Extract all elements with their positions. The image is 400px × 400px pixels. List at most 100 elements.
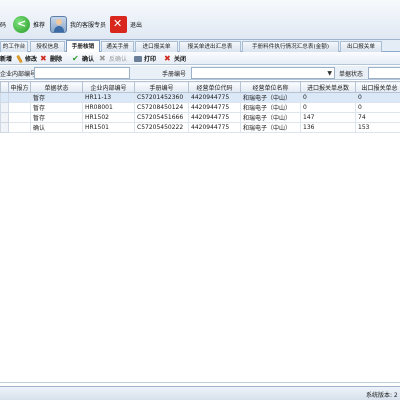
column-header[interactable]: 单据状态 xyxy=(30,81,83,93)
column-header[interactable]: 申报方 xyxy=(8,81,31,93)
table-cell: 暂存 xyxy=(30,112,83,123)
close-button[interactable]: ✖ 关闭 xyxy=(164,53,186,64)
table-cell: 147 xyxy=(300,112,356,123)
table-row[interactable]: 暂存 HR1502 C57205451666 4420944775 和瑞电子（中… xyxy=(0,112,400,123)
table-cell: C57201452360 xyxy=(134,92,189,103)
table-cell: 4420944775 xyxy=(188,112,241,123)
table-cell: C57205451666 xyxy=(134,112,189,123)
tab-material-execution-summary[interactable]: 手册料件执行情况汇总表(金额) xyxy=(242,41,339,52)
toolbar-left-label: 码 xyxy=(0,21,7,29)
column-header[interactable]: 经营单位名称 xyxy=(240,81,301,93)
column-header[interactable]: 出口报关单总 xyxy=(355,81,400,93)
table-cell: HR1502 xyxy=(82,112,135,123)
table-row[interactable]: 暂存 HR11-13 C57201452360 4420944775 和瑞电子（… xyxy=(0,92,400,103)
row-indicator[interactable] xyxy=(0,92,9,103)
table-row[interactable]: 暂存 HR08001 C57208450124 4420944775 和瑞电子（… xyxy=(0,102,400,113)
table-cell: 和瑞电子（中山） xyxy=(240,112,301,123)
add-label: 新增 xyxy=(0,56,13,63)
tab-customs-manual[interactable]: 通关手册 xyxy=(101,41,134,52)
add-button[interactable]: 新增 xyxy=(0,53,12,64)
table-cell: HR08001 xyxy=(82,102,135,113)
table-cell xyxy=(8,92,31,103)
row-indicator-header xyxy=(0,81,9,93)
column-header[interactable]: 手册编号 xyxy=(134,81,189,93)
toolbar-left-item[interactable]: 码 xyxy=(0,12,6,36)
table-row[interactable]: 确认 HR1501 C57205450222 4420944775 和瑞电子（中… xyxy=(0,122,400,133)
tab-export-declaration[interactable]: 出口报关单 xyxy=(340,41,382,52)
table-cell: C57205450222 xyxy=(134,122,189,133)
table-cell: 74 xyxy=(355,112,400,123)
printer-icon xyxy=(134,56,142,62)
delete-icon: ✖ xyxy=(40,53,47,63)
exit-button[interactable]: 退出 xyxy=(110,12,142,36)
row-indicator[interactable] xyxy=(0,122,9,133)
delete-button[interactable]: ✖ 删除 xyxy=(40,53,62,64)
status-bar: 系统版本: 2 xyxy=(0,386,400,400)
share-icon xyxy=(13,15,30,33)
table-cell: HR11-13 xyxy=(82,92,135,103)
table-cell: 暂存 xyxy=(30,102,83,113)
main-toolbar: 码 推荐 我的客服专员 退出 xyxy=(0,0,400,40)
check-icon: ✔ xyxy=(72,53,79,63)
undo-icon: ✖ xyxy=(99,53,106,63)
unconfirm-button[interactable]: ✖ 反确认 xyxy=(99,53,127,64)
status-filter-label: 单据状态 xyxy=(339,71,364,78)
table-cell: 0 xyxy=(300,102,356,113)
action-toolbar: 新增 修改 ✖ 删除 ✔ 确认 ✖ 反确认 打印 ✖ 关闭 xyxy=(0,52,400,65)
tab-workbench[interactable]: 的工作台 xyxy=(0,41,28,52)
exit-label: 退出 xyxy=(130,21,143,29)
column-header[interactable]: 经营单位代码 xyxy=(188,81,241,93)
tab-declaration-summary[interactable]: 报关单进出汇总表 xyxy=(179,41,241,52)
table-header-row: 申报方 单据状态 企业内部编号 手册编号 经营单位代码 经营单位名称 进口报关单… xyxy=(0,81,400,93)
table-cell: 136 xyxy=(300,122,356,133)
print-label: 打印 xyxy=(144,56,157,63)
table-cell: 4420944775 xyxy=(188,92,241,103)
table-cell xyxy=(8,102,31,113)
unconfirm-label: 反确认 xyxy=(109,56,128,63)
tab-import-declaration[interactable]: 进口报关单 xyxy=(135,41,178,52)
recommend-button[interactable]: 推荐 xyxy=(13,12,45,36)
table-cell: HR1501 xyxy=(82,122,135,133)
close-label: 关闭 xyxy=(174,56,187,63)
internal-no-input[interactable] xyxy=(34,67,130,79)
status-filter-select[interactable] xyxy=(368,67,400,79)
search-bar: 企业内部编号 手册编号 ▼ 单据状态 xyxy=(0,66,400,80)
table-cell: C57208450124 xyxy=(134,102,189,113)
module-tab-bar: 的工作台 授权信息 手册核销 通关手册 进口报关单 报关单进出汇总表 手册料件执… xyxy=(0,40,400,53)
row-indicator[interactable] xyxy=(0,102,9,113)
print-button[interactable]: 打印 xyxy=(134,53,156,64)
table-cell: 和瑞电子（中山） xyxy=(240,102,301,113)
delete-label: 删除 xyxy=(50,56,63,63)
column-header[interactable]: 进口报关单总数 xyxy=(300,81,356,93)
table-cell: 0 xyxy=(300,92,356,103)
exit-icon xyxy=(110,15,127,33)
manual-no-select[interactable]: ▼ xyxy=(191,67,335,79)
manual-no-label: 手册编号 xyxy=(162,71,187,78)
system-version-text: 系统版本: 2 xyxy=(366,392,398,399)
pencil-icon xyxy=(16,54,23,63)
confirm-label: 确认 xyxy=(82,56,95,63)
document-table: 申报方 单据状态 企业内部编号 手册编号 经营单位代码 经营单位名称 进口报关单… xyxy=(0,81,400,133)
table-cell: 153 xyxy=(355,122,400,133)
my-service-label: 我的客服专员 xyxy=(70,21,107,29)
chevron-down-icon: ▼ xyxy=(327,70,332,77)
my-service-button[interactable]: 我的客服专员 xyxy=(50,12,106,36)
close-icon: ✖ xyxy=(164,53,171,63)
confirm-button[interactable]: ✔ 确认 xyxy=(72,53,94,64)
table-cell: 0 xyxy=(355,102,400,113)
row-indicator[interactable] xyxy=(0,112,9,123)
table-cell: 和瑞电子（中山） xyxy=(240,122,301,133)
column-header[interactable]: 企业内部编号 xyxy=(82,81,135,93)
table-cell: 0 xyxy=(355,92,400,103)
recommend-label: 推荐 xyxy=(33,21,46,29)
tab-authorization[interactable]: 授权信息 xyxy=(30,41,65,52)
table-cell: 确认 xyxy=(30,122,83,133)
edit-label: 修改 xyxy=(25,56,38,63)
table-cell: 4420944775 xyxy=(188,122,241,133)
table-cell xyxy=(8,122,31,133)
edit-button[interactable]: 修改 xyxy=(15,53,37,64)
table-cell: 4420944775 xyxy=(188,102,241,113)
document-grid: 申报方 单据状态 企业内部编号 手册编号 经营单位代码 经营单位名称 进口报关单… xyxy=(0,81,400,383)
table-cell: 暂存 xyxy=(30,92,83,103)
internal-no-label: 企业内部编号 xyxy=(0,71,37,78)
